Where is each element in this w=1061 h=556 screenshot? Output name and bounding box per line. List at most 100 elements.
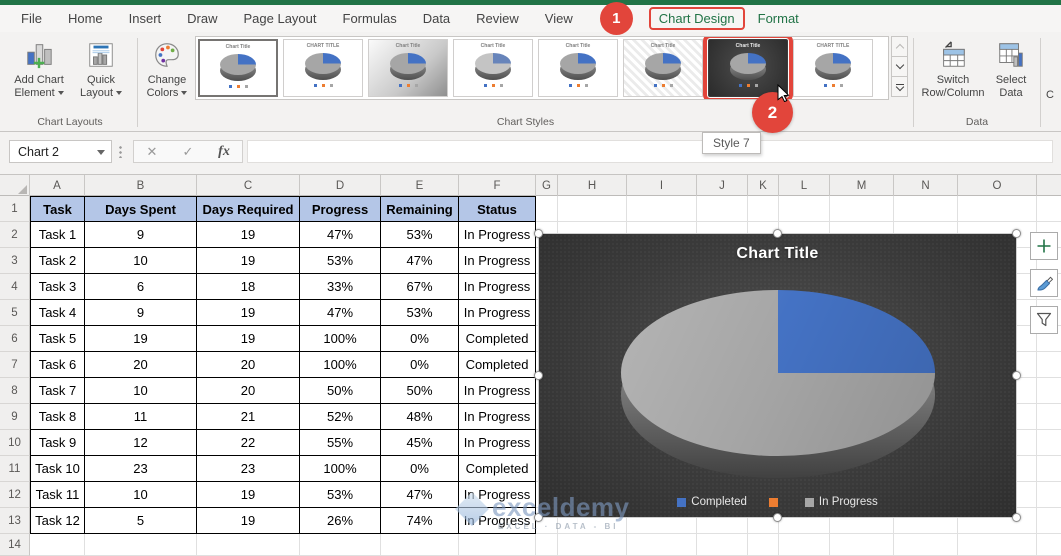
cell-D10[interactable]: 55%: [300, 430, 381, 456]
cell-C3[interactable]: 19: [197, 248, 300, 274]
cell-B5[interactable]: 9: [85, 300, 197, 326]
cell-E8[interactable]: 50%: [381, 378, 459, 404]
cell-B2[interactable]: 9: [85, 222, 197, 248]
selection-handle-e[interactable]: [1012, 370, 1021, 380]
cell-A5[interactable]: Task 4: [30, 300, 85, 326]
cell-B13[interactable]: 5: [85, 508, 197, 534]
row-header-4[interactable]: 4: [0, 274, 30, 300]
column-header-D[interactable]: D: [300, 175, 381, 196]
legend-item-unlabeled[interactable]: [768, 497, 783, 507]
formula-input[interactable]: [247, 140, 1053, 163]
cell-B14[interactable]: [85, 534, 197, 556]
cell-A12[interactable]: Task 11: [30, 482, 85, 508]
tab-data[interactable]: Data: [410, 7, 463, 30]
cell-C4[interactable]: 18: [197, 274, 300, 300]
cell-D7[interactable]: 100%: [300, 352, 381, 378]
change-colors-button[interactable]: Change Colors: [143, 36, 191, 100]
cell-O1[interactable]: [958, 196, 1037, 222]
row-header-7[interactable]: 7: [0, 352, 30, 378]
cell-O14[interactable]: [958, 534, 1037, 556]
row-header-10[interactable]: 10: [0, 430, 30, 456]
cell-F8[interactable]: In Progress: [459, 378, 536, 404]
style-thumb-2[interactable]: Chart Title: [283, 39, 363, 97]
cell-D5[interactable]: 47%: [300, 300, 381, 326]
column-header-partial[interactable]: [1037, 175, 1061, 196]
select-all-corner[interactable]: [0, 175, 30, 196]
cell-B3[interactable]: 10: [85, 248, 197, 274]
cell-F3[interactable]: In Progress: [459, 248, 536, 274]
cell-A2[interactable]: Task 1: [30, 222, 85, 248]
cell-M14[interactable]: [830, 534, 894, 556]
column-header-C[interactable]: C: [197, 175, 300, 196]
style-thumb-3[interactable]: Chart Title: [368, 39, 448, 97]
cell-D13[interactable]: 26%: [300, 508, 381, 534]
cell-L14[interactable]: [779, 534, 830, 556]
column-header-N[interactable]: N: [894, 175, 958, 196]
legend-item-completed[interactable]: Completed: [677, 496, 747, 508]
cell-D6[interactable]: 100%: [300, 326, 381, 352]
cell-B7[interactable]: 20: [85, 352, 197, 378]
cell-F1[interactable]: Status: [459, 196, 536, 222]
cell-G1[interactable]: [536, 196, 558, 222]
cell-A9[interactable]: Task 8: [30, 404, 85, 430]
tab-review[interactable]: Review: [463, 7, 532, 30]
cell-J14[interactable]: [697, 534, 748, 556]
cell-E14[interactable]: [381, 534, 459, 556]
selection-handle-ne[interactable]: [1012, 229, 1021, 238]
column-header-M[interactable]: M: [830, 175, 894, 196]
row-header-9[interactable]: 9: [0, 404, 30, 430]
cell-F9[interactable]: In Progress: [459, 404, 536, 430]
name-box-caret-icon[interactable]: [97, 150, 105, 155]
cell-C6[interactable]: 19: [197, 326, 300, 352]
cell-H14[interactable]: [558, 534, 627, 556]
tab-file[interactable]: File: [8, 7, 55, 30]
cell-D3[interactable]: 53%: [300, 248, 381, 274]
cell-A11[interactable]: Task 10: [30, 456, 85, 482]
insert-function-icon[interactable]: fx: [210, 144, 238, 160]
cell-F6[interactable]: Completed: [459, 326, 536, 352]
row-header-2[interactable]: 2: [0, 222, 30, 248]
cell-E9[interactable]: 48%: [381, 404, 459, 430]
cell-C10[interactable]: 22: [197, 430, 300, 456]
cell-A6[interactable]: Task 5: [30, 326, 85, 352]
style-thumb-6[interactable]: Chart Title: [623, 39, 703, 97]
cell-A4[interactable]: Task 3: [30, 274, 85, 300]
tab-home[interactable]: Home: [55, 7, 116, 30]
cell-F12[interactable]: In Progress: [459, 482, 536, 508]
column-header-I[interactable]: I: [627, 175, 697, 196]
cell-E7[interactable]: 0%: [381, 352, 459, 378]
cell-C11[interactable]: 23: [197, 456, 300, 482]
cell-E11[interactable]: 0%: [381, 456, 459, 482]
chart-title[interactable]: Chart Title: [539, 245, 1016, 263]
cell-A10[interactable]: Task 9: [30, 430, 85, 456]
chart-elements-button[interactable]: [1030, 232, 1058, 260]
chart-object[interactable]: Chart Title Completed In Progress: [534, 229, 1021, 522]
column-header-E[interactable]: E: [381, 175, 459, 196]
cell-E1[interactable]: Remaining: [381, 196, 459, 222]
cell-D11[interactable]: 100%: [300, 456, 381, 482]
style-thumb-4[interactable]: Chart Title: [453, 39, 533, 97]
cell-B1[interactable]: Days Spent: [85, 196, 197, 222]
cell-C8[interactable]: 20: [197, 378, 300, 404]
style-thumb-7[interactable]: Chart Title: [703, 37, 793, 99]
column-header-A[interactable]: A: [30, 175, 85, 196]
cell-C12[interactable]: 19: [197, 482, 300, 508]
name-box[interactable]: Chart 2: [9, 140, 112, 163]
cell-I1[interactable]: [627, 196, 697, 222]
cell-E13[interactable]: 74%: [381, 508, 459, 534]
switch-row-column-button[interactable]: Switch Row/Column: [919, 36, 987, 100]
cell-E6[interactable]: 0%: [381, 326, 459, 352]
cell-C9[interactable]: 21: [197, 404, 300, 430]
cell-D2[interactable]: 47%: [300, 222, 381, 248]
column-header-K[interactable]: K: [748, 175, 779, 196]
selection-handle-s[interactable]: [772, 513, 782, 522]
cell-A8[interactable]: Task 7: [30, 378, 85, 404]
cell-F14[interactable]: [459, 534, 536, 556]
cell-B10[interactable]: 12: [85, 430, 197, 456]
cell-D14[interactable]: [300, 534, 381, 556]
cell-E12[interactable]: 47%: [381, 482, 459, 508]
cancel-icon[interactable]: ✕: [138, 144, 166, 160]
tab-insert[interactable]: Insert: [116, 7, 175, 30]
cell-M1[interactable]: [830, 196, 894, 222]
style-thumb-5[interactable]: Chart Title: [538, 39, 618, 97]
